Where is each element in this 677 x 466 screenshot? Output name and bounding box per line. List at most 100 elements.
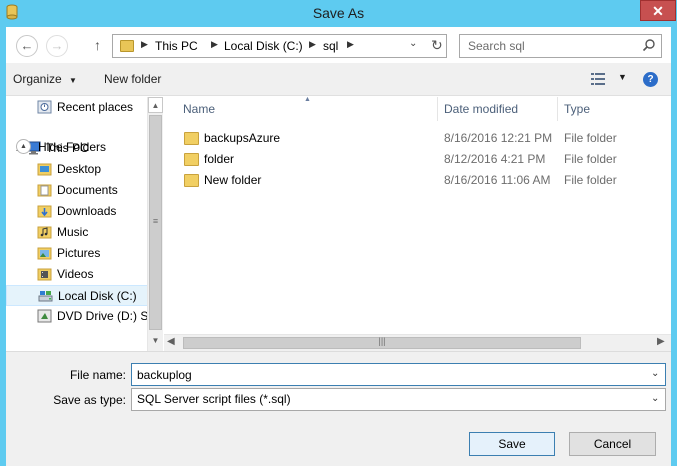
column-divider[interactable] (557, 97, 558, 121)
column-divider[interactable] (437, 97, 438, 121)
file-type: File folder (564, 131, 617, 145)
save-as-type-value: SQL Server script files (*.sql) (137, 392, 291, 406)
help-icon[interactable]: ? (643, 72, 658, 87)
search-box[interactable]: Search sql (459, 34, 662, 58)
file-list: ▲ Name Date modified Type backupsAzure 8… (164, 96, 671, 351)
grip-icon: ≡ (152, 216, 159, 226)
organize-button[interactable]: Organize ▼ (13, 72, 77, 86)
pictures-icon (37, 247, 52, 260)
documents-icon (37, 184, 52, 197)
change-view-icon[interactable] (591, 73, 605, 85)
sidebar-item-music[interactable]: Music (6, 222, 148, 243)
sidebar-item-label: Downloads (57, 204, 117, 218)
navigation-bar: ← → ↑ ▶ This PC ▶ Local Disk (C:) ▶ sql … (6, 27, 671, 63)
videos-icon (37, 268, 52, 281)
up-one-level-button[interactable]: ↑ (94, 37, 101, 53)
breadcrumb-local-disk[interactable]: Local Disk (C:) (224, 39, 303, 53)
folder-icon (37, 163, 52, 176)
new-folder-button[interactable]: New folder (104, 72, 161, 86)
sidebar-item-local-disk[interactable]: Local Disk (C:) (6, 285, 148, 306)
window-title: Save As (312, 5, 365, 21)
sidebar-item-label: DVD Drive (D:) SC (57, 309, 158, 323)
downloads-icon (37, 205, 52, 218)
sidebar-item-label: Recent places (57, 100, 134, 114)
file-name-input[interactable] (131, 363, 666, 386)
forward-button[interactable]: → (46, 35, 68, 57)
breadcrumb-this-pc[interactable]: This PC (155, 39, 198, 53)
navigation-pane: Recent places ◢ This PC Desktop Document… (6, 97, 163, 351)
breadcrumb-sql[interactable]: sql (323, 39, 338, 53)
title-bar[interactable]: Save As ✕ (0, 0, 677, 27)
save-as-type-label: Save as type: (53, 393, 126, 407)
sidebar-item-videos[interactable]: Videos (6, 264, 148, 285)
refresh-icon[interactable]: ↻ (431, 37, 443, 54)
sidebar-vertical-scrollbar[interactable]: ▲ ≡ ▼ (147, 97, 163, 351)
scrollbar-thumb[interactable]: ||| (183, 336, 581, 349)
music-icon (37, 226, 52, 239)
breadcrumb-separator-icon[interactable]: ▶ (211, 39, 218, 50)
dvd-drive-icon (37, 309, 52, 323)
folder-icon (184, 174, 199, 187)
file-row-backupsazure[interactable]: backupsAzure 8/16/2016 12:21 PM File fol… (164, 128, 654, 149)
address-history-dropdown-icon[interactable]: ⌄ (409, 38, 417, 49)
breadcrumb-separator-icon[interactable]: ▶ (347, 39, 354, 50)
cancel-button[interactable]: Cancel (569, 432, 656, 456)
scroll-right-icon[interactable]: ▶ (657, 336, 665, 347)
folder-icon (120, 40, 134, 52)
sidebar-item-label: Local Disk (C:) (58, 289, 137, 303)
organize-label: Organize (13, 72, 62, 86)
sidebar-item-label: Music (57, 225, 89, 239)
sidebar-item-downloads[interactable]: Downloads (6, 201, 148, 222)
chevron-down-icon[interactable]: ⌄ (651, 393, 659, 404)
folder-icon (184, 153, 199, 166)
file-date-modified: 8/12/2016 4:21 PM (444, 152, 546, 166)
file-list-horizontal-scrollbar[interactable]: ◀ ||| ▶ (164, 334, 671, 351)
breadcrumb-separator-icon[interactable]: ▶ (141, 39, 148, 50)
scroll-up-icon[interactable]: ▲ (148, 97, 163, 113)
file-row-new-folder[interactable]: New folder 8/16/2016 11:06 AM File folde… (164, 170, 654, 191)
view-options-dropdown-icon[interactable]: ▼ (618, 72, 627, 82)
scroll-left-icon[interactable]: ◀ (167, 336, 175, 347)
folder-icon (184, 132, 199, 145)
sidebar-item-recent-places[interactable]: Recent places (6, 97, 148, 118)
save-as-type-select[interactable]: SQL Server script files (*.sql) ⌄ (131, 388, 666, 411)
drive-icon (38, 291, 53, 302)
column-header-type[interactable]: Type (564, 97, 590, 121)
search-placeholder: Search sql (468, 39, 525, 53)
column-header-date-modified[interactable]: Date modified (444, 97, 518, 121)
chevron-down-icon[interactable]: ⌄ (651, 368, 659, 379)
scrollbar-thumb[interactable]: ≡ (149, 115, 162, 330)
command-bar: Organize ▼ New folder ▼ ? (6, 63, 671, 96)
sidebar-item-documents[interactable]: Documents (6, 180, 148, 201)
dialog-client-area: ← → ↑ ▶ This PC ▶ Local Disk (C:) ▶ sql … (6, 27, 671, 466)
back-button[interactable]: ← (16, 35, 38, 57)
sidebar-item-label: Desktop (57, 162, 102, 176)
sidebar-item-label: Videos (57, 267, 94, 281)
address-bar[interactable]: ▶ This PC ▶ Local Disk (C:) ▶ sql ▶ ⌄ ↻ (112, 34, 447, 58)
close-button[interactable]: ✕ (640, 0, 676, 21)
chevron-down-icon: ▼ (69, 76, 77, 85)
column-header-name[interactable]: Name (183, 97, 215, 121)
sidebar-item-label: Pictures (57, 246, 101, 260)
sidebar-item-desktop[interactable]: Desktop (6, 159, 148, 180)
search-icon[interactable] (642, 38, 656, 52)
recent-places-icon (37, 100, 52, 114)
file-name: folder (204, 152, 235, 166)
breadcrumb-separator-icon[interactable]: ▶ (309, 39, 316, 50)
file-type: File folder (564, 173, 617, 187)
grip-icon: ||| (378, 336, 386, 346)
file-row-folder[interactable]: folder 8/12/2016 4:21 PM File folder (164, 149, 654, 170)
save-button[interactable]: Save (469, 432, 555, 456)
file-type: File folder (564, 152, 617, 166)
file-name: New folder (204, 173, 262, 187)
scroll-down-icon[interactable]: ▼ (148, 333, 163, 349)
sort-ascending-icon: ▲ (304, 96, 311, 103)
collapse-up-icon: ▲ (16, 139, 31, 154)
sidebar-item-pictures[interactable]: Pictures (6, 243, 148, 264)
file-date-modified: 8/16/2016 11:06 AM (444, 173, 551, 187)
file-name-label: File name: (69, 368, 126, 382)
file-name: backupsAzure (204, 131, 281, 145)
sidebar-item-label: Documents (57, 183, 118, 197)
file-date-modified: 8/16/2016 12:21 PM (444, 131, 553, 145)
sidebar-item-dvd-drive[interactable]: DVD Drive (D:) SC (6, 306, 157, 327)
